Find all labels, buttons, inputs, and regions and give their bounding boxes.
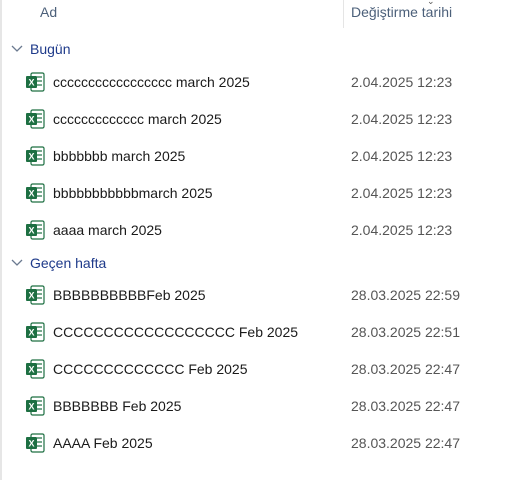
file-row[interactable]: X BBBBBBB Feb 2025 28.03.2025 22:47 <box>22 391 492 421</box>
column-header-name[interactable]: Ad <box>40 4 57 20</box>
pane-left-edge <box>0 0 2 480</box>
file-modified-date: 28.03.2025 22:51 <box>351 324 460 340</box>
file-row[interactable]: X ccccccccccccccccc march 2025 2.04.2025… <box>22 67 492 97</box>
excel-file-icon: X <box>24 108 46 130</box>
file-row[interactable]: X CCCCCCCCCCCCCCCCCC Feb 2025 28.03.2025… <box>22 317 492 347</box>
file-row[interactable]: X CCCCCCCCCCCCC Feb 2025 28.03.2025 22:4… <box>22 354 492 384</box>
excel-file-icon: X <box>24 358 46 380</box>
sort-arrow-icon: ⌄ <box>427 0 435 6</box>
group-label: Bugün <box>30 41 71 57</box>
file-name: BBBBBBBBBBFeb 2025 <box>53 287 206 303</box>
excel-file-icon: X <box>24 284 46 306</box>
file-row[interactable]: X AAAA Feb 2025 28.03.2025 22:47 <box>22 428 492 458</box>
file-name: CCCCCCCCCCCCC Feb 2025 <box>53 361 248 377</box>
svg-text:X: X <box>28 226 34 236</box>
svg-text:X: X <box>28 189 34 199</box>
column-header-modified[interactable]: Değiştirme tarihi <box>351 4 452 20</box>
svg-text:X: X <box>28 291 34 301</box>
chevron-down-icon <box>10 256 24 270</box>
file-name: bbbbbbbbbbbmarch 2025 <box>53 185 213 201</box>
svg-text:X: X <box>28 439 34 449</box>
file-row[interactable]: X BBBBBBBBBBFeb 2025 28.03.2025 22:59 <box>22 280 492 310</box>
excel-file-icon: X <box>24 395 46 417</box>
file-modified-date: 2.04.2025 12:23 <box>351 222 453 238</box>
file-row[interactable]: X bbbbbbb march 2025 2.04.2025 12:23 <box>22 141 492 171</box>
svg-text:X: X <box>28 115 34 125</box>
file-name: bbbbbbb march 2025 <box>53 148 186 164</box>
file-modified-date: 28.03.2025 22:59 <box>351 287 460 303</box>
excel-file-icon: X <box>24 432 46 454</box>
column-divider[interactable] <box>343 0 344 28</box>
excel-file-icon: X <box>24 219 46 241</box>
excel-file-icon: X <box>24 321 46 343</box>
group-header-today[interactable]: Bugün <box>10 38 70 60</box>
file-modified-date: 28.03.2025 22:47 <box>351 435 460 451</box>
file-name: AAAA Feb 2025 <box>53 435 153 451</box>
file-modified-date: 28.03.2025 22:47 <box>351 398 460 414</box>
excel-file-icon: X <box>24 71 46 93</box>
file-row[interactable]: X aaaa march 2025 2.04.2025 12:23 <box>22 215 492 245</box>
group-header-last-week[interactable]: Geçen hafta <box>10 252 106 274</box>
file-row[interactable]: X ccccccccccccc march 2025 2.04.2025 12:… <box>22 104 492 134</box>
svg-text:X: X <box>28 78 34 88</box>
file-modified-date: 2.04.2025 12:23 <box>351 74 453 90</box>
file-name: ccccccccccccc march 2025 <box>53 111 222 127</box>
excel-file-icon: X <box>24 145 46 167</box>
excel-file-icon: X <box>24 182 46 204</box>
group-label: Geçen hafta <box>30 255 107 271</box>
file-name: CCCCCCCCCCCCCCCCCC Feb 2025 <box>53 324 299 340</box>
svg-text:X: X <box>28 365 34 375</box>
svg-text:X: X <box>28 152 34 162</box>
svg-text:X: X <box>28 402 34 412</box>
file-row[interactable]: X bbbbbbbbbbbmarch 2025 2.04.2025 12:23 <box>22 178 492 208</box>
file-modified-date: 2.04.2025 12:23 <box>351 148 453 164</box>
svg-text:X: X <box>28 328 34 338</box>
file-name: aaaa march 2025 <box>53 222 162 238</box>
file-modified-date: 2.04.2025 12:23 <box>351 185 453 201</box>
file-name: BBBBBBB Feb 2025 <box>53 398 182 414</box>
chevron-down-icon <box>10 42 24 56</box>
file-name: ccccccccccccccccc march 2025 <box>53 74 250 90</box>
column-header-row: Ad Değiştirme tarihi ⌄ <box>0 0 518 30</box>
file-modified-date: 2.04.2025 12:23 <box>351 111 453 127</box>
file-modified-date: 28.03.2025 22:47 <box>351 361 460 377</box>
